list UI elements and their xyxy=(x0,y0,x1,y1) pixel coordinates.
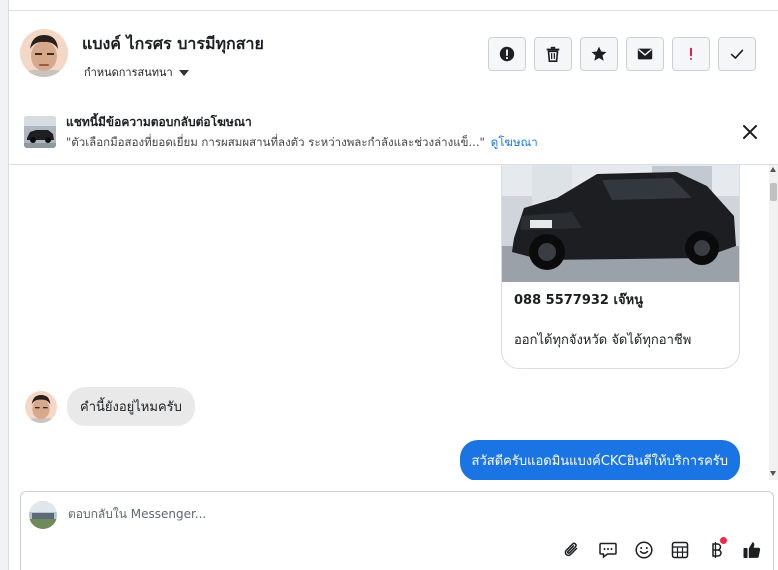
composer xyxy=(20,491,774,570)
attach-button[interactable] xyxy=(561,539,583,561)
envelope-icon xyxy=(637,48,653,60)
flag-button[interactable] xyxy=(672,37,710,71)
scroll-down-icon[interactable] xyxy=(770,471,776,476)
header-actions xyxy=(488,37,756,71)
star-button[interactable] xyxy=(580,37,618,71)
reply-input[interactable] xyxy=(68,507,668,521)
mark-unread-button[interactable] xyxy=(626,37,664,71)
scrollbar[interactable] xyxy=(769,165,778,480)
left-frame-edge xyxy=(0,0,9,570)
banner-ad-text: "ตัวเลือกมือสองที่ยอดเยี่ยม การผสมผสานที… xyxy=(66,134,538,152)
incoming-message: คำนี้ยังอยู่ไหมครับ xyxy=(25,387,195,426)
ad-card-description: ออกได้ทุกจังหวัด จัดได้ทุกอาชีพ xyxy=(514,333,692,348)
exclamation-circle-icon xyxy=(499,46,515,62)
calculator-button[interactable] xyxy=(669,539,691,561)
chevron-down-icon xyxy=(178,69,189,76)
ad-quote: "ตัวเลือกมือสองที่ยอดเยี่ยม การผสมผสานที… xyxy=(66,135,485,149)
ad-reply-banner: แชทนี้มีข้อความตอบกลับต่อโฆษณา "ตัวเลือก… xyxy=(9,100,778,165)
contact-name: แบงค์ ไกรศร บารมีทุกสาย xyxy=(82,34,264,53)
view-ad-link[interactable]: ดูโฆษณา xyxy=(491,135,538,149)
banner-title: แชทนี้มีข้อความตอบกลับต่อโฆษณา xyxy=(66,115,252,129)
spam-button[interactable] xyxy=(488,37,526,71)
emoji-icon xyxy=(635,541,653,559)
composer-tools xyxy=(561,537,763,561)
star-icon xyxy=(591,46,607,61)
sender-avatar xyxy=(25,390,57,423)
trash-icon xyxy=(546,46,560,63)
scrollbar-thumb[interactable] xyxy=(770,183,777,201)
ad-card-phone: 088 5577932 เจ๊หนู xyxy=(514,293,644,308)
assign-conversation-dropdown[interactable]: กำหนดการสนทนา xyxy=(84,63,189,81)
notification-dot xyxy=(720,537,727,544)
paperclip-icon xyxy=(564,542,578,557)
scroll-up-icon[interactable] xyxy=(770,167,776,172)
close-icon[interactable] xyxy=(742,124,758,140)
calculator-icon xyxy=(671,541,689,559)
ad-card[interactable]: 088 5577932 เจ๊หนู ออกได้ทุกจังหวัด จัดไ… xyxy=(501,165,740,369)
outgoing-bubble: สวัสดีครับแอดมินแบงค์CKCยินดีให้บริการคร… xyxy=(459,440,740,480)
checkmark-icon xyxy=(730,49,744,59)
incoming-bubble: คำนี้ยังอยู่ไหมครับ xyxy=(67,387,195,426)
like-button[interactable] xyxy=(741,539,763,561)
payment-button[interactable] xyxy=(705,537,727,561)
thumbs-up-icon xyxy=(743,542,761,558)
page-avatar xyxy=(29,501,57,529)
ad-thumbnail xyxy=(24,116,56,148)
car-image xyxy=(502,165,739,282)
exclamation-icon xyxy=(690,47,692,60)
message-list[interactable]: 088 5577932 เจ๊หนู ออกได้ทุกจังหวัด จัดไ… xyxy=(9,165,769,480)
speech-bubble-icon xyxy=(599,542,617,559)
conversation-header: แบงค์ ไกรศร บารมีทุกสาย กำหนดการสนทนา xyxy=(9,10,778,101)
mark-done-button[interactable] xyxy=(718,37,756,71)
delete-button[interactable] xyxy=(534,37,572,71)
emoji-button[interactable] xyxy=(633,539,655,561)
assign-label: กำหนดการสนทนา xyxy=(84,66,173,79)
contact-avatar[interactable] xyxy=(20,29,68,77)
saved-replies-button[interactable] xyxy=(597,539,619,561)
